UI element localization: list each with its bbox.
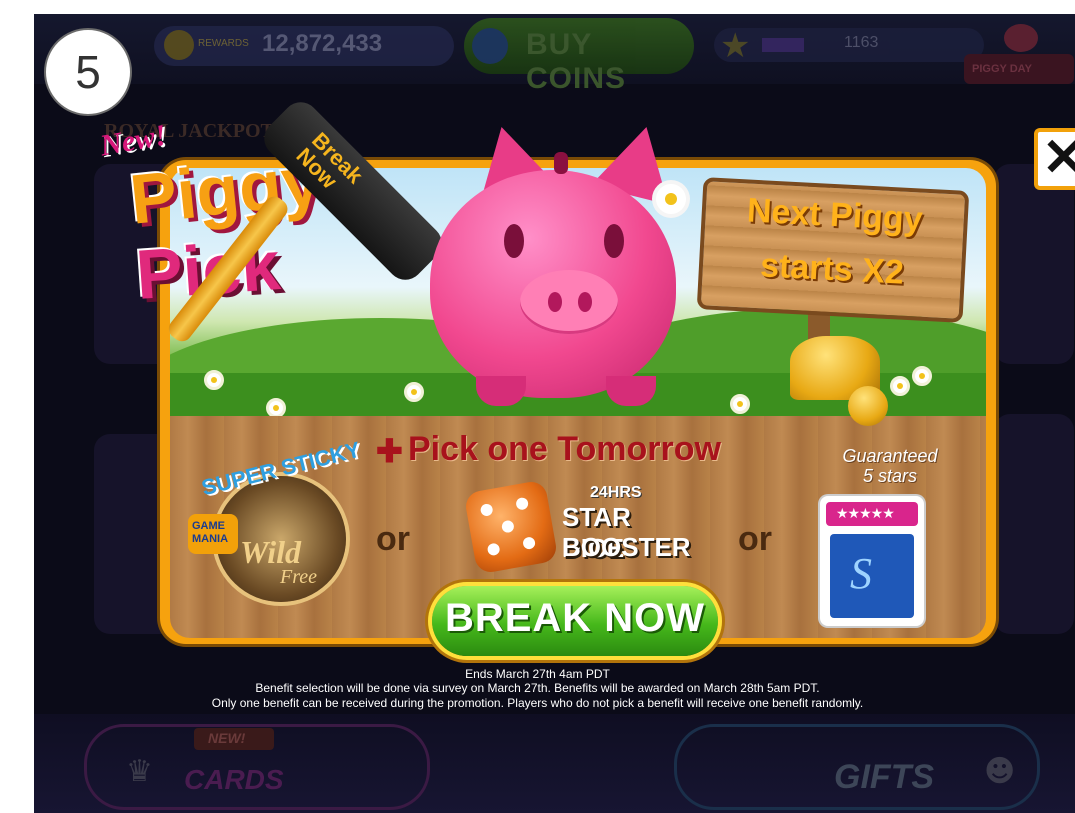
booster-hours: 24HRS <box>590 484 642 501</box>
daisy-icon <box>656 184 686 214</box>
step-number: 5 <box>75 46 101 98</box>
pig-coin-slot <box>554 152 568 174</box>
background-slot-tile <box>994 414 1074 634</box>
pig-eye <box>504 224 524 258</box>
new-badge: NEW! <box>194 728 274 750</box>
level-value: 1163 <box>844 34 879 51</box>
daisy-icon <box>730 394 750 414</box>
pick-heading: Pick one Tomorrow <box>408 430 721 468</box>
coin-icon <box>848 386 888 426</box>
piggy-bank-icon <box>1004 24 1038 52</box>
rewards-counter: REWARDS 12,872,433 <box>154 26 454 66</box>
buy-coins-button[interactable]: BUY COINS <box>464 18 694 95</box>
new-badge-label: NEW! <box>208 730 246 746</box>
bottom-nav: ♛ NEW! CARDS GIFTS ☻ <box>34 714 1075 813</box>
star-icon: ★ <box>720 26 751 66</box>
free-title: Free <box>280 566 318 588</box>
game-mania-badge: GAME MANIA <box>188 514 238 554</box>
rewards-value: 12,872,433 <box>262 30 383 57</box>
sign-line1: Next Piggy <box>746 191 924 239</box>
daisy-icon <box>266 398 286 416</box>
guaranteed-line1: Guaranteed <box>842 446 938 466</box>
close-icon: ✕ <box>1042 129 1075 187</box>
or-separator: or <box>376 520 410 558</box>
pig-leg <box>606 376 656 406</box>
pig-nostril <box>578 292 592 312</box>
fine-print-ends: Ends March 27th 4am PDT <box>465 667 610 681</box>
sign-line2: starts X2 <box>759 246 905 292</box>
level-progress: ★ 1163 <box>714 26 984 66</box>
pig-eye <box>604 224 624 258</box>
break-now-label: BREAK NOW <box>444 596 706 640</box>
rewards-label: REWARDS <box>198 38 249 49</box>
next-piggy-sign: Next Piggy starts X2 <box>696 177 970 323</box>
game-mania-label: GAME MANIA <box>192 520 229 545</box>
daisy-icon <box>204 370 224 390</box>
gifts-label: GIFTS <box>834 758 935 796</box>
buy-coins-label: BUY COINS <box>526 28 627 95</box>
coin-sale-icon <box>472 28 508 64</box>
daisy-icon <box>404 382 424 402</box>
fine-print-benefit-selection: Benefit selection will be done via surve… <box>255 681 820 695</box>
dice-icon[interactable] <box>463 479 559 575</box>
background-slot-tile <box>994 164 1074 364</box>
level-progress-fill <box>762 38 804 52</box>
break-now-button[interactable]: BREAK NOW <box>432 586 718 656</box>
piggy-day-label: PIGGY DAY <box>972 63 1032 75</box>
guaranteed-line2: 5 stars <box>862 466 918 486</box>
pig-nostril <box>548 292 562 312</box>
option-super-sticky[interactable]: SUPER STICKY GAME MANIA Wild Free <box>188 437 363 606</box>
stars-icon: ★★★★★ <box>836 506 895 522</box>
booster-line2: BOOSTER <box>562 532 691 562</box>
piggy-day-button[interactable]: PIGGY DAY <box>964 24 1074 84</box>
card-letter: S <box>850 549 872 598</box>
step-number-badge: 5 <box>44 28 132 116</box>
option-five-star-card[interactable]: ★★★★★ S <box>820 496 924 626</box>
daisy-icon <box>890 376 910 396</box>
close-button[interactable]: ✕ <box>1034 128 1075 190</box>
pig-leg <box>476 376 526 406</box>
card-art: S <box>830 534 914 618</box>
daisy-icon <box>912 366 932 386</box>
plus-icon: ✚ <box>376 433 403 469</box>
friends-icon[interactable]: ☻ <box>984 754 1015 789</box>
card-star-strip: ★★★★★ <box>826 502 918 526</box>
or-separator: or <box>738 520 772 558</box>
trophy-icon[interactable]: ♛ <box>126 754 153 789</box>
pig-snout <box>520 270 618 334</box>
rewards-coin-icon <box>164 30 194 60</box>
cards-label: CARDS <box>184 764 284 795</box>
option-star-dice-booster[interactable]: 24HRS STAR DICE BOOSTER <box>550 484 700 572</box>
fine-print-one-benefit: Only one benefit can be received during … <box>211 696 864 710</box>
guaranteed-label: Guaranteed 5 stars <box>820 446 960 486</box>
